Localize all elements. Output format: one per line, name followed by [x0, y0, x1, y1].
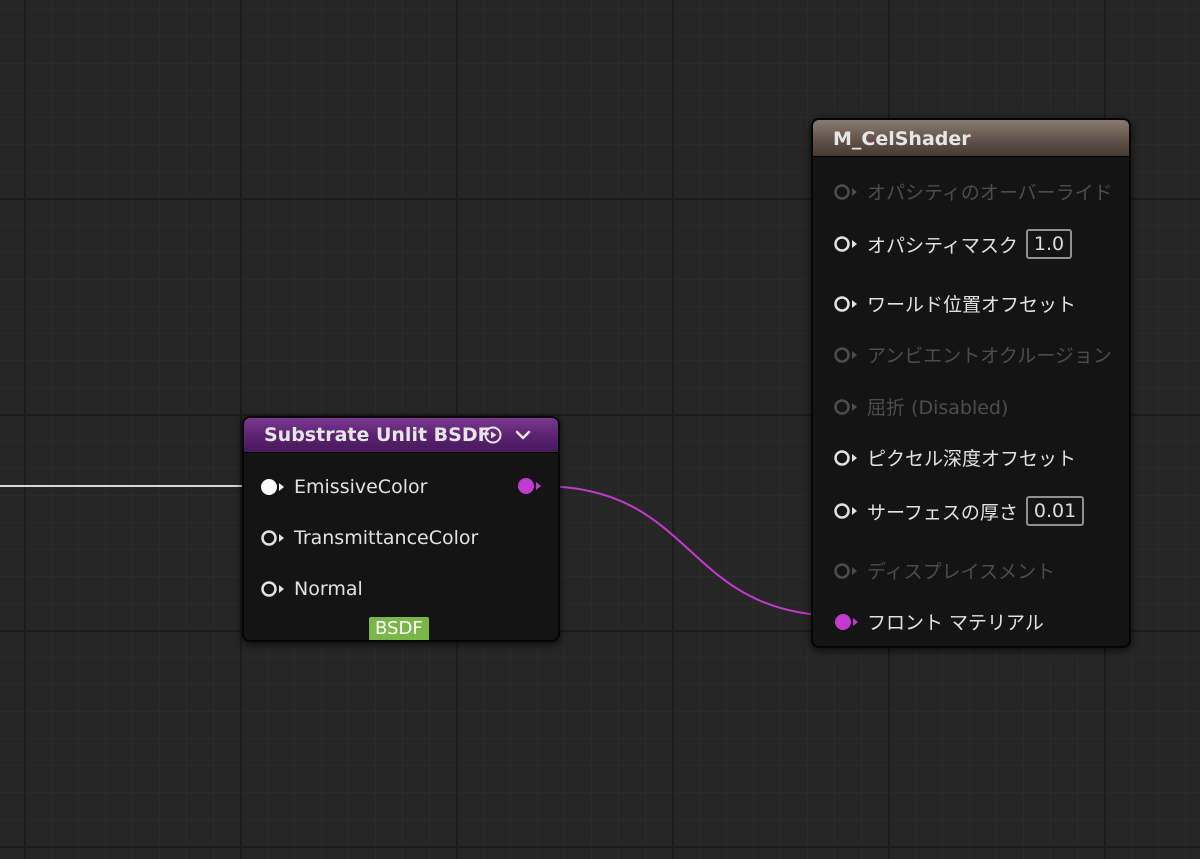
input-pin-icon[interactable]: [833, 501, 859, 521]
input-label: ディスプレイスメント: [867, 561, 1056, 583]
bsdf-input-transmittance-color[interactable]: TransmittanceColor: [260, 527, 478, 549]
bsdf-input-normal[interactable]: Normal: [260, 578, 363, 600]
input-pin-disabled-icon: [833, 345, 859, 365]
material-input-refraction[interactable]: 屈折 (Disabled): [833, 393, 1008, 420]
input-pin-disabled-icon: [833, 182, 859, 202]
material-node-header[interactable]: M_CelShader: [813, 120, 1129, 157]
material-input-ambient-occlusion[interactable]: アンビエントオクルージョン: [833, 341, 1112, 368]
material-node-title: M_CelShader: [833, 128, 971, 150]
bsdf-output-pin-icon[interactable]: [516, 476, 544, 496]
material-result-node[interactable]: M_CelShader オパシティのオーバーライド オパシティマスク 1.0 ワ…: [811, 118, 1131, 648]
material-input-world-position-offset[interactable]: ワールド位置オフセット: [833, 290, 1076, 317]
bsdf-to-front-material-wire[interactable]: [539, 485, 844, 617]
bsdf-node-header[interactable]: Substrate Unlit BSDF: [244, 418, 558, 453]
input-pin-icon[interactable]: [833, 294, 859, 314]
input-label: アンビエントオクルージョン: [867, 345, 1112, 367]
play-circle-icon[interactable]: [483, 418, 503, 452]
input-pin-icon[interactable]: [260, 579, 286, 599]
material-input-pixel-depth-offset[interactable]: ピクセル深度オフセット: [833, 444, 1076, 471]
material-input-opacity-mask[interactable]: オパシティマスク 1.0: [833, 229, 1073, 259]
input-label: EmissiveColor: [294, 476, 428, 498]
input-pin-icon[interactable]: [833, 448, 859, 468]
substrate-unlit-bsdf-node[interactable]: Substrate Unlit BSDF EmissiveColor Trans…: [242, 416, 560, 642]
input-label: フロント マテリアル: [867, 612, 1044, 634]
input-pin-disabled-icon: [833, 561, 859, 581]
input-label: TransmittanceColor: [294, 527, 479, 549]
input-label: サーフェスの厚さ: [867, 501, 1018, 524]
input-label: 屈折 (Disabled): [867, 397, 1009, 419]
material-input-displacement[interactable]: ディスプレイスメント: [833, 557, 1055, 584]
material-input-front-material[interactable]: フロント マテリアル: [833, 608, 1044, 635]
input-label: ピクセル深度オフセット: [867, 448, 1077, 470]
material-input-opacity-override[interactable]: オパシティのオーバーライド: [833, 178, 1113, 205]
material-graph-canvas[interactable]: Substrate Unlit BSDF EmissiveColor Trans…: [0, 0, 1200, 859]
bsdf-input-emissive-color[interactable]: EmissiveColor: [260, 476, 427, 498]
input-pin-connected-icon[interactable]: [260, 477, 286, 497]
bsdf-node-title: Substrate Unlit BSDF: [264, 424, 491, 446]
material-input-surface-thickness[interactable]: サーフェスの厚さ 0.01: [833, 496, 1085, 526]
input-label: Normal: [294, 578, 363, 600]
input-pin-disabled-icon: [833, 397, 859, 417]
opacity-mask-value-field[interactable]: 1.0: [1025, 229, 1073, 259]
chevron-down-icon[interactable]: [512, 418, 534, 452]
input-pin-connected-icon[interactable]: [833, 612, 859, 632]
input-pin-icon[interactable]: [833, 234, 859, 254]
surface-thickness-value-field[interactable]: 0.01: [1025, 496, 1085, 526]
input-label: ワールド位置オフセット: [867, 294, 1077, 316]
input-pin-icon[interactable]: [260, 528, 286, 548]
bsdf-type-badge: BSDF: [369, 617, 429, 640]
input-label: オパシティのオーバーライド: [867, 182, 1113, 204]
input-label: オパシティマスク: [867, 234, 1018, 257]
